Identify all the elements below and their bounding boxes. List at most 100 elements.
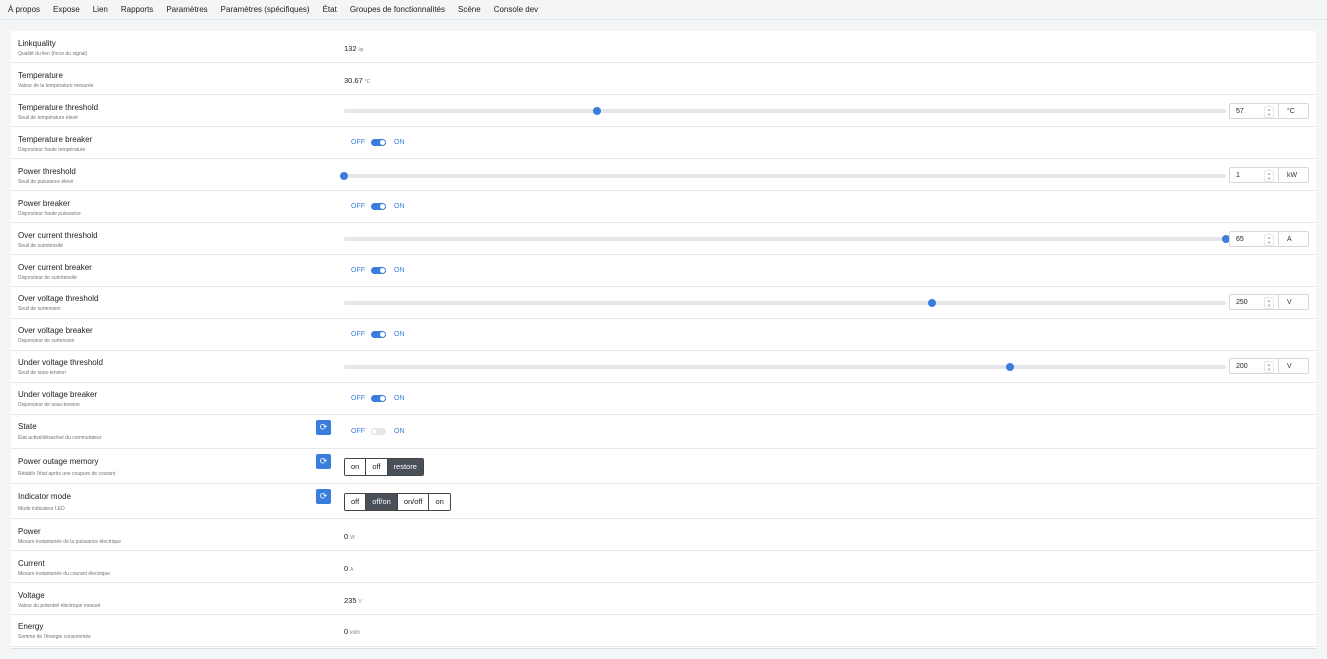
toggle-off-label[interactable]: OFF (351, 203, 365, 210)
tab-parametres[interactable]: Paramètres (158, 0, 212, 19)
option-off[interactable]: off (366, 459, 388, 475)
toggle-off-label[interactable]: OFF (351, 139, 365, 146)
temperature-value: 30.67 °C (344, 76, 371, 85)
row-power-outage-memory: Power outage memory Rétablir l'état aprè… (11, 449, 1316, 484)
slider-thumb[interactable] (593, 107, 602, 115)
over-current-breaker-toggle[interactable]: OFF ON (351, 267, 405, 274)
unit-label: A (1287, 236, 1292, 243)
power-threshold-input[interactable]: 1 ▲ ▼ kW (1229, 167, 1309, 183)
slider-thumb[interactable] (340, 172, 348, 180)
toggle-on-label[interactable]: ON (394, 203, 405, 210)
row-description: Seuil de sous-tension (18, 370, 66, 376)
tab-expose[interactable]: Expose (45, 0, 85, 19)
tab-console-dev[interactable]: Console dev (486, 0, 543, 19)
row-description: Mesure instantanée du courant électrique (18, 571, 111, 577)
toggle-switch[interactable] (371, 139, 386, 146)
toggle-switch[interactable] (371, 395, 386, 402)
tab-etat[interactable]: État (315, 0, 342, 19)
row-name: Power (18, 527, 41, 536)
input-value[interactable]: 57 (1236, 108, 1244, 115)
toggle-off-label[interactable]: OFF (351, 267, 365, 274)
tab-a-propos[interactable]: À propos (0, 0, 45, 19)
toggle-on-label[interactable]: ON (394, 395, 405, 402)
option-on[interactable]: on (345, 459, 367, 475)
row-name: Over current breaker (18, 263, 92, 272)
temperature-threshold-input[interactable]: 57 ▲ ▼ °C (1229, 103, 1309, 119)
row-state: State État activé/désactivé du commutate… (11, 415, 1316, 449)
unit-label: kWh (350, 630, 361, 636)
input-value[interactable]: 200 (1236, 363, 1248, 370)
voltage-value: 235 V (344, 596, 362, 605)
toggle-off-label[interactable]: OFF (351, 428, 365, 435)
temperature-threshold-slider[interactable] (344, 107, 1226, 115)
toggle-switch[interactable] (371, 331, 386, 338)
toggle-on-label[interactable]: ON (394, 331, 405, 338)
tab-parametres-specifiques[interactable]: Paramètres (spécifiques) (213, 0, 315, 19)
under-voltage-breaker-toggle[interactable]: OFF ON (351, 395, 405, 402)
row-description: Disjoncteur de surintensité (18, 275, 77, 281)
spinner-icon[interactable]: ▲ ▼ (1264, 170, 1274, 182)
row-description: Valeur de la température mesurée (18, 83, 94, 89)
current-value: 0A (344, 564, 354, 573)
slider-thumb[interactable] (928, 299, 937, 307)
row-current: Current Mesure instantanée du courant él… (11, 551, 1316, 583)
refresh-icon[interactable]: ⟳ (316, 420, 331, 435)
option-off-on[interactable]: off/on (366, 494, 398, 510)
power-breaker-toggle[interactable]: OFF ON (351, 203, 405, 210)
toggle-switch[interactable] (371, 203, 386, 210)
under-voltage-threshold-slider[interactable] (344, 363, 1226, 371)
option-off[interactable]: off (345, 494, 367, 510)
input-value[interactable]: 1 (1236, 172, 1240, 179)
option-on[interactable]: on (429, 494, 450, 510)
tab-rapports[interactable]: Rapports (113, 0, 158, 19)
refresh-icon[interactable]: ⟳ (316, 454, 331, 469)
spinner-icon[interactable]: ▲ ▼ (1264, 234, 1274, 246)
row-over-voltage-breaker: Over voltage breaker Disjoncteur de surt… (11, 319, 1316, 351)
toggle-off-label[interactable]: OFF (351, 331, 365, 338)
unit-label: V (1287, 363, 1292, 370)
row-description: Disjoncteur haute température (18, 147, 86, 153)
unit-label: lqi (358, 47, 364, 53)
unit-label: V (1287, 299, 1292, 306)
row-voltage: Voltage Valeur du potentiel électrique m… (11, 583, 1316, 615)
state-toggle[interactable]: OFF ON (351, 428, 405, 435)
over-voltage-threshold-input[interactable]: 250 ▲ ▼ V (1229, 294, 1309, 310)
over-voltage-threshold-slider[interactable] (344, 299, 1226, 307)
row-linkquality: Linkquality Qualité du lien (force du si… (11, 31, 1316, 63)
energy-value: 0 kWh (344, 627, 361, 636)
spinner-icon[interactable]: ▲ ▼ (1264, 361, 1274, 373)
unit-label: °C (1287, 108, 1295, 115)
toggle-off-label[interactable]: OFF (351, 395, 365, 402)
tab-scene[interactable]: Scène (450, 0, 486, 19)
toggle-on-label[interactable]: ON (394, 428, 405, 435)
over-current-threshold-slider[interactable] (344, 235, 1230, 243)
toggle-on-label[interactable]: ON (394, 267, 405, 274)
input-value[interactable]: 250 (1236, 299, 1248, 306)
row-over-current-threshold: Over current threshold Seuil de surinten… (11, 223, 1316, 255)
option-on-off[interactable]: on/off (397, 494, 430, 510)
under-voltage-threshold-input[interactable]: 200 ▲ ▼ V (1229, 358, 1309, 374)
tab-lien[interactable]: Lien (85, 0, 113, 19)
slider-thumb[interactable] (1005, 363, 1014, 371)
spinner-icon[interactable]: ▲ ▼ (1264, 106, 1274, 118)
over-voltage-breaker-toggle[interactable]: OFF ON (351, 331, 405, 338)
row-name: Indicator mode (18, 492, 71, 501)
row-description: Valeur du potentiel électrique mesuré (18, 603, 101, 609)
over-current-threshold-input[interactable]: 65 ▲ ▼ A (1229, 231, 1309, 247)
input-value[interactable]: 65 (1236, 236, 1244, 243)
option-restore[interactable]: restore (387, 459, 423, 475)
toggle-switch[interactable] (371, 267, 386, 274)
unit-label: kW (1287, 172, 1298, 179)
tab-groupes-fonctionnalites[interactable]: Groupes de fonctionnalités (342, 0, 450, 19)
refresh-icon[interactable]: ⟳ (316, 489, 331, 504)
spinner-icon[interactable]: ▲ ▼ (1264, 297, 1274, 309)
toggle-switch[interactable] (371, 428, 386, 435)
row-indicator-mode: Indicator mode Mode indicateur LED ⟳ off… (11, 484, 1316, 519)
temperature-breaker-toggle[interactable]: OFF ON (351, 139, 405, 146)
power-outage-memory-options: on off restore (344, 458, 424, 476)
power-threshold-slider[interactable] (340, 172, 1226, 180)
row-name: Power threshold (18, 167, 76, 176)
row-temperature-breaker: Temperature breaker Disjoncteur haute te… (11, 127, 1316, 159)
row-name: Over current threshold (18, 231, 98, 240)
toggle-on-label[interactable]: ON (394, 139, 405, 146)
